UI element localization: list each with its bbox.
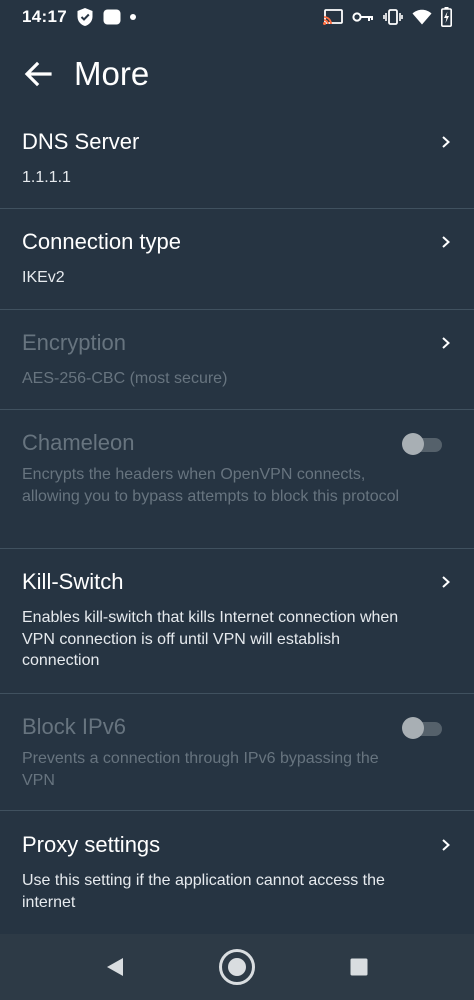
item-subtitle: Prevents a connection through IPv6 bypas… bbox=[22, 750, 379, 789]
settings-list: DNS Server 1.1.1.1 Connection type IKEv2… bbox=[0, 110, 474, 934]
chevron-right-icon bbox=[442, 236, 450, 248]
settings-item-connection-type[interactable]: Connection type IKEv2 bbox=[0, 209, 474, 310]
cast-icon bbox=[323, 9, 343, 25]
more-notifications-dot-icon bbox=[129, 14, 136, 20]
settings-item-encryption[interactable]: Encryption AES-256-CBC (most secure) bbox=[0, 310, 474, 410]
settings-item-dns-server[interactable]: DNS Server 1.1.1.1 bbox=[0, 110, 474, 209]
system-nav-bar bbox=[0, 934, 474, 1000]
item-title: Encryption bbox=[22, 330, 126, 355]
toggle-thumb bbox=[402, 433, 424, 455]
shield-icon bbox=[76, 7, 94, 27]
item-title: Chameleon bbox=[22, 430, 135, 455]
chevron-right-icon bbox=[442, 337, 450, 349]
vpn-key-icon bbox=[352, 11, 374, 23]
settings-item-kill-switch[interactable]: Kill-Switch Enables kill-switch that kil… bbox=[0, 549, 474, 694]
wifi-icon bbox=[412, 9, 432, 25]
chameleon-toggle[interactable] bbox=[402, 432, 446, 456]
notification-icon bbox=[103, 9, 121, 25]
chevron-right-icon bbox=[442, 839, 450, 851]
nav-recents-icon[interactable] bbox=[337, 945, 381, 989]
status-bar: 14:17 bbox=[0, 0, 474, 34]
battery-icon bbox=[441, 7, 452, 27]
page-title: More bbox=[74, 55, 150, 92]
nav-home-icon[interactable] bbox=[215, 945, 259, 989]
settings-item-block-ipv6: Block IPv6 Prevents a connection through… bbox=[0, 694, 474, 811]
item-subtitle: IKEv2 bbox=[22, 269, 65, 286]
block-ipv6-toggle[interactable] bbox=[402, 716, 446, 740]
item-subtitle: Use this setting if the application cann… bbox=[22, 872, 385, 911]
chevron-right-icon bbox=[442, 136, 450, 148]
back-arrow-icon[interactable] bbox=[21, 57, 55, 91]
item-subtitle: Enables kill-switch that kills Internet … bbox=[22, 609, 399, 669]
settings-item-proxy-settings[interactable]: Proxy settings Use this setting if the a… bbox=[0, 811, 474, 934]
settings-item-chameleon: Chameleon Encrypts the headers when Open… bbox=[0, 410, 474, 549]
status-time: 14:17 bbox=[22, 7, 67, 26]
toggle-thumb bbox=[402, 717, 424, 739]
item-subtitle: 1.1.1.1 bbox=[22, 169, 71, 186]
item-title: DNS Server bbox=[22, 129, 140, 154]
nav-back-icon[interactable] bbox=[93, 945, 137, 989]
item-title: Kill-Switch bbox=[22, 569, 124, 594]
item-title: Proxy settings bbox=[22, 832, 161, 857]
item-title: Connection type bbox=[22, 229, 181, 254]
item-subtitle: AES-256-CBC (most secure) bbox=[22, 370, 228, 387]
item-subtitle: Encrypts the headers when OpenVPN connec… bbox=[22, 466, 400, 505]
app-bar: More bbox=[0, 44, 474, 104]
vibrate-icon bbox=[383, 9, 403, 25]
item-title: Block IPv6 bbox=[22, 714, 126, 739]
chevron-right-icon bbox=[442, 576, 450, 588]
